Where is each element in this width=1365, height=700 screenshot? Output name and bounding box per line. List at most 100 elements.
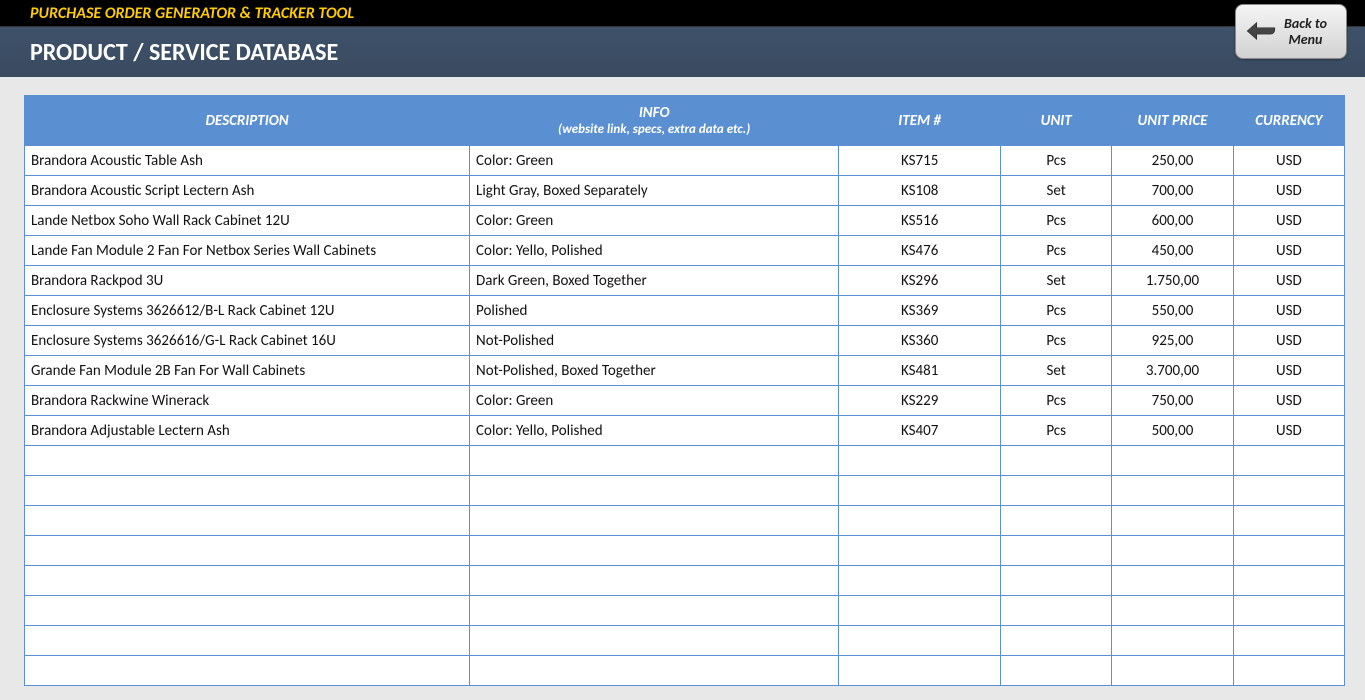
table-row[interactable]: Brandora Rackpod 3UDark Green, Boxed Tog…: [25, 266, 1345, 296]
back-to-menu-button[interactable]: Back to Menu: [1235, 4, 1347, 59]
cell-item[interactable]: [839, 506, 1001, 536]
cell-currency[interactable]: USD: [1233, 176, 1344, 206]
cell-item[interactable]: KS108: [839, 176, 1001, 206]
cell-price[interactable]: [1112, 656, 1233, 686]
cell-currency[interactable]: [1233, 596, 1344, 626]
cell-unit[interactable]: Pcs: [1001, 296, 1112, 326]
cell-description[interactable]: Brandora Rackpod 3U: [25, 266, 470, 296]
cell-unit[interactable]: Pcs: [1001, 326, 1112, 356]
cell-price[interactable]: 550,00: [1112, 296, 1233, 326]
cell-item[interactable]: KS360: [839, 326, 1001, 356]
cell-unit[interactable]: [1001, 596, 1112, 626]
cell-description[interactable]: [25, 596, 470, 626]
cell-item[interactable]: KS481: [839, 356, 1001, 386]
cell-description[interactable]: [25, 626, 470, 656]
cell-price[interactable]: [1112, 596, 1233, 626]
cell-currency[interactable]: [1233, 476, 1344, 506]
cell-currency[interactable]: USD: [1233, 266, 1344, 296]
cell-info[interactable]: Color: Yello, Polished: [470, 416, 839, 446]
cell-currency[interactable]: [1233, 566, 1344, 596]
cell-unit[interactable]: Pcs: [1001, 206, 1112, 236]
cell-currency[interactable]: USD: [1233, 416, 1344, 446]
cell-info[interactable]: Color: Green: [470, 386, 839, 416]
cell-info[interactable]: Light Gray, Boxed Separately: [470, 176, 839, 206]
cell-item[interactable]: KS369: [839, 296, 1001, 326]
table-row-empty[interactable]: [25, 476, 1345, 506]
cell-info[interactable]: [470, 566, 839, 596]
table-row[interactable]: Enclosure Systems 3626616/G-L Rack Cabin…: [25, 326, 1345, 356]
cell-currency[interactable]: [1233, 626, 1344, 656]
cell-info[interactable]: Not-Polished: [470, 326, 839, 356]
cell-info[interactable]: Dark Green, Boxed Together: [470, 266, 839, 296]
cell-currency[interactable]: [1233, 506, 1344, 536]
table-row-empty[interactable]: [25, 506, 1345, 536]
cell-unit[interactable]: [1001, 656, 1112, 686]
cell-item[interactable]: KS407: [839, 416, 1001, 446]
cell-price[interactable]: [1112, 476, 1233, 506]
cell-unit[interactable]: Pcs: [1001, 146, 1112, 176]
cell-unit[interactable]: [1001, 536, 1112, 566]
cell-item[interactable]: [839, 566, 1001, 596]
cell-currency[interactable]: [1233, 536, 1344, 566]
cell-unit[interactable]: Set: [1001, 176, 1112, 206]
cell-unit[interactable]: Pcs: [1001, 236, 1112, 266]
cell-unit[interactable]: [1001, 566, 1112, 596]
table-row-empty[interactable]: [25, 446, 1345, 476]
cell-description[interactable]: Brandora Rackwine Winerack: [25, 386, 470, 416]
table-row-empty[interactable]: [25, 626, 1345, 656]
cell-unit[interactable]: [1001, 446, 1112, 476]
cell-description[interactable]: Lande Netbox Soho Wall Rack Cabinet 12U: [25, 206, 470, 236]
cell-currency[interactable]: USD: [1233, 296, 1344, 326]
cell-description[interactable]: [25, 566, 470, 596]
cell-currency[interactable]: USD: [1233, 206, 1344, 236]
table-row[interactable]: Enclosure Systems 3626612/B-L Rack Cabin…: [25, 296, 1345, 326]
cell-unit[interactable]: Pcs: [1001, 386, 1112, 416]
cell-description[interactable]: Brandora Acoustic Table Ash: [25, 146, 470, 176]
cell-currency[interactable]: USD: [1233, 236, 1344, 266]
cell-info[interactable]: Color: Green: [470, 206, 839, 236]
cell-info[interactable]: Not-Polished, Boxed Together: [470, 356, 839, 386]
cell-price[interactable]: 750,00: [1112, 386, 1233, 416]
cell-info[interactable]: Color: Green: [470, 146, 839, 176]
table-row[interactable]: Brandora Rackwine WinerackColor: GreenKS…: [25, 386, 1345, 416]
cell-description[interactable]: [25, 446, 470, 476]
cell-price[interactable]: 3.700,00: [1112, 356, 1233, 386]
table-row[interactable]: Grande Fan Module 2B Fan For Wall Cabine…: [25, 356, 1345, 386]
cell-info[interactable]: [470, 536, 839, 566]
cell-item[interactable]: KS516: [839, 206, 1001, 236]
cell-price[interactable]: 700,00: [1112, 176, 1233, 206]
cell-info[interactable]: [470, 446, 839, 476]
cell-description[interactable]: Brandora Adjustable Lectern Ash: [25, 416, 470, 446]
cell-price[interactable]: [1112, 566, 1233, 596]
cell-unit[interactable]: Pcs: [1001, 416, 1112, 446]
cell-description[interactable]: [25, 656, 470, 686]
cell-unit[interactable]: [1001, 506, 1112, 536]
table-row[interactable]: Lande Netbox Soho Wall Rack Cabinet 12UC…: [25, 206, 1345, 236]
cell-info[interactable]: Polished: [470, 296, 839, 326]
cell-item[interactable]: [839, 476, 1001, 506]
cell-info[interactable]: [470, 476, 839, 506]
cell-item[interactable]: [839, 596, 1001, 626]
cell-info[interactable]: Color: Yello, Polished: [470, 236, 839, 266]
cell-currency[interactable]: USD: [1233, 386, 1344, 416]
cell-price[interactable]: [1112, 536, 1233, 566]
cell-item[interactable]: KS715: [839, 146, 1001, 176]
cell-price[interactable]: [1112, 626, 1233, 656]
table-row-empty[interactable]: [25, 596, 1345, 626]
cell-unit[interactable]: Set: [1001, 356, 1112, 386]
cell-info[interactable]: [470, 506, 839, 536]
cell-description[interactable]: Lande Fan Module 2 Fan For Netbox Series…: [25, 236, 470, 266]
cell-description[interactable]: [25, 506, 470, 536]
cell-price[interactable]: 450,00: [1112, 236, 1233, 266]
cell-currency[interactable]: USD: [1233, 326, 1344, 356]
cell-price[interactable]: 1.750,00: [1112, 266, 1233, 296]
table-row-empty[interactable]: [25, 566, 1345, 596]
cell-item[interactable]: KS229: [839, 386, 1001, 416]
cell-item[interactable]: [839, 626, 1001, 656]
cell-price[interactable]: 600,00: [1112, 206, 1233, 236]
cell-item[interactable]: [839, 446, 1001, 476]
cell-price[interactable]: [1112, 446, 1233, 476]
cell-description[interactable]: Enclosure Systems 3626616/G-L Rack Cabin…: [25, 326, 470, 356]
cell-currency[interactable]: USD: [1233, 356, 1344, 386]
cell-description[interactable]: Enclosure Systems 3626612/B-L Rack Cabin…: [25, 296, 470, 326]
